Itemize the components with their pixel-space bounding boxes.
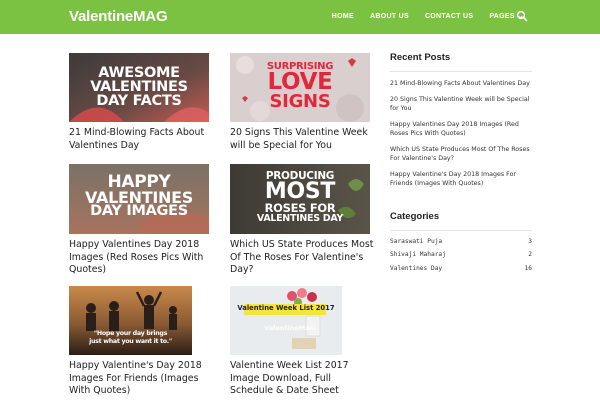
category-count: 3 xyxy=(528,237,532,245)
post-thumbnail[interactable]: Valentine Week List 2017 ValentineMAG xyxy=(230,286,342,355)
recent-post-link[interactable]: Happy Valentine's Day 2018 Images For Fr… xyxy=(390,170,532,189)
category-item[interactable]: Shivaji Maharaj 2 xyxy=(390,251,532,265)
nav-home[interactable]: HOME xyxy=(332,13,354,20)
post-title[interactable]: Which US State Produces Most Of The Rose… xyxy=(230,239,375,277)
nav-pages-label: PAGES xyxy=(489,13,515,20)
site-header: ValentineMAG HOME ABOUT US CONTACT US PA… xyxy=(0,0,600,34)
post-card: "Hope your day brings just what you want… xyxy=(69,286,214,398)
thumbnail-image xyxy=(230,286,342,355)
category-count: 2 xyxy=(528,251,532,258)
nav-about-us[interactable]: ABOUT US xyxy=(370,13,409,20)
post-title[interactable]: Valentine Week List 2017 Image Download,… xyxy=(230,360,375,398)
post-thumbnail[interactable]: PRODUCING MOST ROSES FOR VALENTINES DAY xyxy=(230,164,370,234)
thumbnail-caption: AWESOME VALENTINES DAY FACTS xyxy=(90,65,188,109)
post-thumbnail[interactable]: HAPPY VALENTINES DAY IMAGES xyxy=(69,164,209,234)
post-card: HAPPY VALENTINES DAY IMAGES Happy Valent… xyxy=(69,164,214,277)
post-title[interactable]: 20 Signs This Valentine Week will be Spe… xyxy=(230,127,375,152)
recent-posts-heading: Recent Posts xyxy=(390,52,451,63)
search-icon[interactable] xyxy=(516,10,528,22)
category-count: 16 xyxy=(524,264,532,272)
sidebar: Recent Posts 21 Mind-Blowing Facts About… xyxy=(390,52,532,278)
post-thumbnail[interactable]: SURPRISING LOVE SIGNS xyxy=(230,53,370,122)
thumbnail-caption: HAPPY VALENTINES DAY IMAGES xyxy=(85,172,193,220)
divider xyxy=(390,71,532,72)
main-nav: HOME ABOUT US CONTACT US PAGES ⌄ xyxy=(316,12,524,21)
post-card: AWESOME VALENTINES DAY FACTS 21 Mind-Blo… xyxy=(69,53,214,152)
recent-post-link[interactable]: Happy Valentines Day 2018 Images (Red Ro… xyxy=(390,120,532,139)
thumbnail-caption: Valentine Week List 2017 xyxy=(237,304,335,312)
post-thumbnail[interactable]: "Hope your day brings just what you want… xyxy=(69,286,192,355)
post-title[interactable]: Happy Valentines Day 2018 Images (Red Ro… xyxy=(69,239,214,277)
post-thumbnail[interactable]: AWESOME VALENTINES DAY FACTS xyxy=(69,53,209,122)
divider xyxy=(390,229,532,231)
post-card: Valentine Week List 2017 ValentineMAG Va… xyxy=(230,286,375,398)
category-item[interactable]: Saraswati Puja 3 xyxy=(390,238,532,252)
nav-contact-us[interactable]: CONTACT US xyxy=(425,13,473,20)
post-title[interactable]: Happy Valentine's Day 2018 Images For Fr… xyxy=(69,360,214,398)
post-card: SURPRISING LOVE SIGNS 20 Signs This Vale… xyxy=(230,53,375,152)
thumbnail-caption: SURPRISING LOVE SIGNS xyxy=(266,61,334,113)
post-card: PRODUCING MOST ROSES FOR VALENTINES DAY … xyxy=(230,164,375,277)
recent-post-link[interactable]: 20 Signs This Valentine Week will be Spe… xyxy=(390,95,532,114)
thumbnail-watermark: ValentineMAG xyxy=(264,324,316,332)
categories-heading: Categories xyxy=(390,210,440,222)
site-logo[interactable]: ValentineMAG xyxy=(69,8,168,25)
recent-post-link[interactable]: Which US State Produces Most Of The Rose… xyxy=(390,145,532,164)
recent-post-link[interactable]: 21 Mind-Blowing Facts About Valentines D… xyxy=(390,79,532,89)
thumbnail-caption: "Hope your day brings just what you want… xyxy=(89,330,172,346)
category-name: Shivaji Maharaj xyxy=(390,251,446,258)
category-name: Valentines Day xyxy=(390,264,443,272)
post-title[interactable]: 21 Mind-Blowing Facts About Valentines D… xyxy=(69,127,214,152)
thumbnail-caption: PRODUCING MOST ROSES FOR VALENTINES DAY xyxy=(256,170,344,224)
category-item[interactable]: Valentines Day 16 xyxy=(390,265,532,279)
category-name: Saraswati Puja xyxy=(390,237,443,245)
